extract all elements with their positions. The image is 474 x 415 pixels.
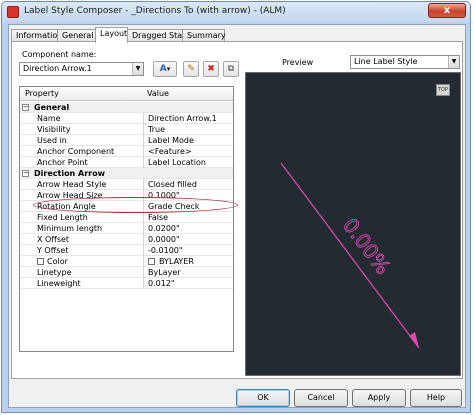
chevron-down-icon: ▼ [132, 63, 143, 75]
edit-icon: ✎ [187, 64, 195, 74]
ok-button[interactable]: OK [236, 389, 290, 407]
property-name: Minimum length [20, 223, 143, 234]
cancel-button[interactable]: Cancel [294, 389, 348, 407]
property-row[interactable]: Fixed Length False [20, 212, 233, 223]
property-value[interactable]: 0.0200" [143, 223, 233, 234]
component-name-dropdown[interactable]: Direction Arrow.1 ▼ [19, 62, 144, 76]
property-name: Visibility [20, 124, 143, 135]
group-label: General [20, 102, 233, 113]
preview-style-dropdown[interactable]: Line Label Style ▼ [350, 55, 460, 69]
group-direction-arrow[interactable]: Direction Arrow − [20, 168, 233, 179]
preview-label: Preview [282, 58, 314, 67]
property-name: Used in [20, 135, 143, 146]
close-button[interactable]: x [428, 3, 466, 18]
property-row[interactable]: Arrow Head Style Closed filled [20, 179, 233, 190]
property-name: Arrow Head Style [20, 179, 143, 190]
property-value[interactable]: 0.012" [143, 278, 233, 289]
property-value[interactable]: 0.0000" [143, 234, 233, 245]
arrow-head-icon [409, 332, 419, 348]
delete-component-button[interactable]: ✖ [203, 61, 219, 77]
component-name-label: Component name: [22, 50, 97, 59]
header-value[interactable]: Value [147, 89, 169, 98]
preview-style-value: Line Label Style [354, 57, 418, 66]
property-name: Color [47, 257, 68, 266]
property-name: Y Offset [20, 245, 143, 256]
label-style-composer-window: Label Style Composer - _Directions To (w… [1, 1, 471, 413]
title-bar[interactable]: Label Style Composer - _Directions To (w… [2, 2, 470, 22]
property-name: Anchor Point [20, 157, 143, 168]
property-name: Name [20, 113, 143, 124]
property-row[interactable]: Y Offset -0.0100" [20, 245, 233, 256]
copy-component-button[interactable]: ⧉ [223, 61, 239, 77]
property-row[interactable]: Color BYLAYER [20, 256, 233, 267]
property-row[interactable]: Anchor Component <Feature> [20, 146, 233, 157]
group-label: Direction Arrow [20, 168, 233, 179]
property-value: BYLAYER [159, 257, 194, 266]
help-button[interactable]: Help [410, 389, 462, 407]
layout-tab-pane: Component name: Direction Arrow.1 ▼ A▾ ✎… [11, 41, 463, 379]
checkbox-icon[interactable] [37, 258, 44, 265]
property-name: Anchor Component [20, 146, 143, 157]
property-name: X Offset [20, 234, 143, 245]
app-icon [7, 6, 19, 18]
chevron-down-icon: ▼ [448, 56, 459, 68]
grade-label: 0.00% [338, 214, 395, 279]
apply-button[interactable]: Apply [352, 389, 406, 407]
preview-drawing: 0.00% [280, 162, 420, 349]
component-name-value: Direction Arrow.1 [23, 64, 92, 73]
color-swatch-icon [148, 258, 155, 265]
property-row[interactable]: Lineweight 0.012" [20, 278, 233, 289]
property-value[interactable]: <Feature> [143, 146, 233, 157]
property-row[interactable]: Visibility True [20, 124, 233, 135]
dropdown-arrow-icon: ▾ [166, 65, 171, 73]
grid-header: Property Value [20, 87, 233, 101]
property-row[interactable]: Linetype ByLayer [20, 267, 233, 278]
property-value[interactable]: -0.0100" [143, 245, 233, 256]
window-title: Label Style Composer - _Directions To (w… [24, 6, 286, 16]
header-property[interactable]: Property [25, 89, 59, 98]
property-value[interactable]: Label Mode [143, 135, 233, 146]
property-row[interactable]: Used in Label Mode [20, 135, 233, 146]
highlight-ellipse [33, 197, 238, 213]
property-name: Linetype [20, 267, 143, 278]
property-row[interactable]: Name Direction Arrow.1 [20, 113, 233, 124]
property-value[interactable]: True [143, 124, 233, 135]
collapse-icon[interactable]: − [22, 170, 29, 177]
tab-layout[interactable]: Layout [95, 27, 128, 43]
property-value[interactable]: Closed filled [143, 179, 233, 190]
preview-canvas[interactable]: TOP 0.00% [245, 72, 461, 376]
group-general[interactable]: General − [20, 102, 233, 113]
property-value[interactable]: False [143, 212, 233, 223]
property-row[interactable]: Anchor Point Label Location [20, 157, 233, 168]
property-value-cell[interactable]: BYLAYER [143, 256, 233, 267]
property-value[interactable]: ByLayer [143, 267, 233, 278]
collapse-icon[interactable]: − [22, 104, 29, 111]
property-value[interactable]: Label Location [143, 157, 233, 168]
dialog-body: Information General Layout Dragged State… [8, 24, 466, 408]
property-grid: Property Value General − Name Direction … [19, 86, 234, 352]
copy-icon: ⧉ [227, 64, 235, 74]
delete-icon: ✖ [207, 64, 215, 74]
edit-component-button[interactable]: ✎ [183, 61, 199, 77]
add-component-button[interactable]: A▾ [153, 61, 177, 77]
property-row[interactable]: X Offset 0.0000" [20, 234, 233, 245]
property-row[interactable]: Minimum length 0.0200" [20, 223, 233, 234]
property-name-cell: Color [20, 256, 143, 267]
property-name: Fixed Length [20, 212, 143, 223]
text-component-icon: A [159, 64, 167, 74]
property-name: Lineweight [20, 278, 143, 289]
property-value[interactable]: Direction Arrow.1 [143, 113, 233, 124]
direction-line [280, 162, 420, 349]
